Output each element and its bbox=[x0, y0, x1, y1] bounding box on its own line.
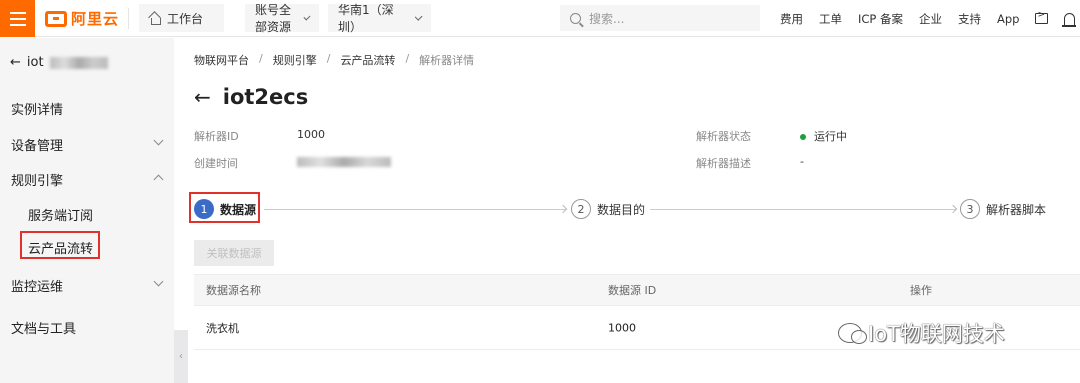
top-link-support[interactable]: 支持 bbox=[958, 11, 981, 27]
step-parser-script[interactable]: 3 解析器脚本 bbox=[960, 199, 1046, 219]
sidebar-item-device-management[interactable]: 设备管理 bbox=[11, 135, 63, 154]
top-link-billing[interactable]: 费用 bbox=[780, 11, 803, 27]
breadcrumb: 物联网平台 / 规则引擎 / 云产品流转 / 解析器详情 bbox=[194, 52, 474, 68]
watermark-text: IoT物联网技术 bbox=[868, 322, 1005, 346]
divider bbox=[128, 8, 129, 29]
step-connector bbox=[264, 209, 566, 210]
top-link-enterprise[interactable]: 企业 bbox=[919, 11, 942, 27]
top-link-icp[interactable]: ICP 备案 bbox=[858, 11, 903, 27]
sidebar-item-rules-engine[interactable]: 规则引擎 bbox=[11, 170, 63, 189]
breadcrumb-separator: / bbox=[259, 52, 263, 65]
region-label: 华南1（深圳） bbox=[338, 3, 394, 34]
breadcrumb-current: 解析器详情 bbox=[419, 54, 475, 67]
parser-status-value: 运行中 bbox=[800, 128, 847, 144]
page-title-text: iot2ecs bbox=[222, 85, 309, 109]
cell-data-source-name: 洗衣机 bbox=[206, 321, 239, 335]
step-number: 3 bbox=[960, 199, 980, 219]
sidebar-collapse-button[interactable]: ‹ bbox=[174, 330, 188, 383]
highlight-box bbox=[189, 192, 260, 223]
instance-name: iot bbox=[26, 55, 44, 70]
sidebar-item-monitoring[interactable]: 监控运维 bbox=[11, 276, 63, 295]
redacted-instance-name bbox=[49, 56, 108, 69]
cell-data-source-id: 1000 bbox=[608, 321, 636, 334]
search-placeholder: 搜索... bbox=[589, 11, 625, 26]
region-dropdown[interactable]: 华南1（深圳） bbox=[328, 3, 431, 34]
chevron-left-icon: ‹ bbox=[179, 351, 183, 362]
sidebar-back-link[interactable]: ← iot bbox=[10, 55, 108, 70]
sidebar-item-server-subscription[interactable]: 服务端订阅 bbox=[28, 205, 93, 224]
step-data-destination[interactable]: 2 数据目的 bbox=[571, 199, 645, 219]
workbench-label: 工作台 bbox=[167, 11, 204, 26]
logo-text: 阿里云 bbox=[71, 10, 120, 28]
breadcrumb-iot-platform[interactable]: 物联网平台 bbox=[194, 52, 249, 68]
home-icon bbox=[149, 13, 161, 25]
sidebar-item-docs-tools[interactable]: 文档与工具 bbox=[11, 318, 76, 337]
sidebar: ← iot 实例详情 设备管理 规则引擎 服务端订阅 云产品流转 监控运维 文档… bbox=[0, 38, 174, 383]
chevron-down-icon bbox=[414, 12, 423, 21]
step-connector-arrow bbox=[948, 204, 958, 214]
chevron-down-icon[interactable] bbox=[153, 276, 164, 287]
chevron-down-icon bbox=[303, 12, 311, 21]
top-navigation-bar: 阿里云 工作台 账号全部资源 华南1（深圳） 搜索... 费用 工单 ICP 备… bbox=[0, 0, 1080, 37]
associate-data-source-button[interactable]: 关联数据源 bbox=[194, 240, 274, 266]
aliyun-logo-icon bbox=[45, 10, 67, 27]
step-label: 解析器脚本 bbox=[986, 202, 1047, 217]
step-label: 数据目的 bbox=[597, 202, 646, 217]
column-header-data-source-id: 数据源 ID bbox=[608, 284, 657, 297]
chevron-up-icon[interactable] bbox=[153, 174, 164, 185]
step-connector bbox=[650, 209, 956, 210]
status-dot-icon bbox=[800, 134, 806, 140]
account-resources-label: 账号全部资源 bbox=[255, 3, 292, 34]
highlight-box bbox=[20, 231, 100, 259]
search-icon bbox=[570, 12, 581, 24]
breadcrumb-separator: / bbox=[326, 52, 331, 65]
back-arrow-icon: ← bbox=[10, 55, 21, 70]
column-header-data-source-name: 数据源名称 bbox=[206, 284, 261, 297]
wechat-icon bbox=[838, 323, 867, 344]
bell-icon[interactable] bbox=[1062, 12, 1077, 27]
created-time-label: 创建时间 bbox=[194, 157, 238, 170]
parser-id-label: 解析器ID bbox=[194, 130, 239, 143]
top-link-tickets[interactable]: 工单 bbox=[819, 11, 842, 27]
watermark: IoT物联网技术 bbox=[838, 318, 1005, 348]
column-header-actions: 操作 bbox=[910, 284, 932, 297]
terminal-icon[interactable] bbox=[1035, 10, 1049, 24]
top-links: 费用 工单 ICP 备案 企业 支持 App bbox=[780, 0, 1077, 37]
account-resources-dropdown[interactable]: 账号全部资源 bbox=[245, 3, 319, 34]
parser-description-value: - bbox=[800, 155, 804, 168]
chevron-down-icon[interactable] bbox=[153, 135, 164, 146]
table-header: 数据源名称 数据源 ID 操作 bbox=[194, 274, 1080, 306]
back-arrow-icon[interactable]: ← bbox=[194, 85, 211, 109]
status-text: 运行中 bbox=[814, 130, 847, 143]
parser-description-label: 解析器描述 bbox=[696, 157, 751, 170]
sidebar-item-instance-details[interactable]: 实例详情 bbox=[11, 99, 63, 118]
workbench-button[interactable]: 工作台 bbox=[139, 4, 224, 32]
breadcrumb-separator: / bbox=[405, 52, 410, 65]
parser-status-label: 解析器状态 bbox=[696, 130, 751, 143]
step-connector-arrow bbox=[558, 204, 568, 214]
breadcrumb-rules-engine[interactable]: 规则引擎 bbox=[273, 52, 317, 68]
search-input[interactable]: 搜索... bbox=[560, 5, 760, 31]
top-link-app[interactable]: App bbox=[997, 12, 1019, 26]
hamburger-menu-icon[interactable] bbox=[0, 0, 35, 37]
aliyun-logo[interactable]: 阿里云 bbox=[45, 8, 119, 29]
parser-id-value: 1000 bbox=[297, 128, 325, 141]
redacted-created-time bbox=[297, 157, 391, 167]
step-number: 2 bbox=[571, 199, 591, 219]
page-title: ← iot2ecs bbox=[194, 85, 308, 109]
breadcrumb-cloud-product-flow[interactable]: 云产品流转 bbox=[340, 52, 395, 68]
